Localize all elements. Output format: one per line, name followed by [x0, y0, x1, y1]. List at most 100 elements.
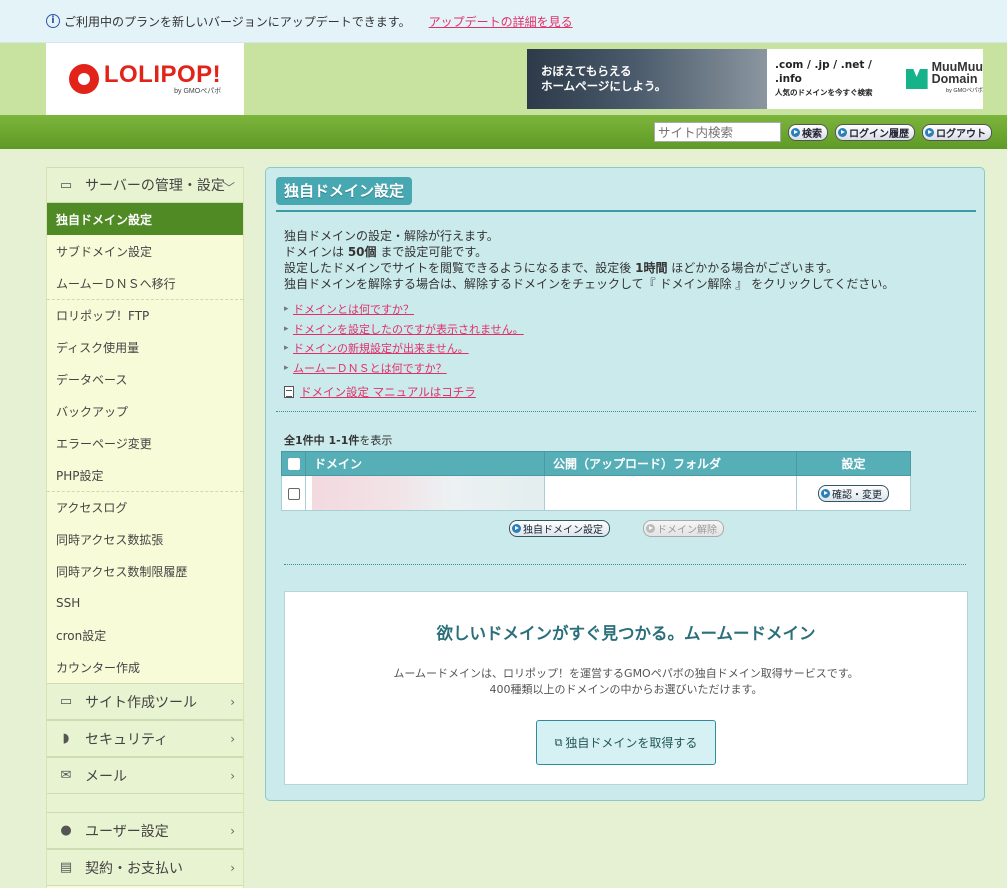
table-header-row: ドメイン 公開（アップロード）フォルダ 設定: [281, 451, 911, 476]
desc-line-2: ドメインは 50個 まで設定可能です。: [284, 244, 974, 260]
confirm-change-label: 確認・変更: [832, 489, 882, 501]
faq-item: ▸ ドメインを設定したのですが表示されません。: [284, 320, 524, 340]
muumuu-logo: MuuMuu Domain by GMOペパボ: [905, 61, 983, 97]
sidebar-item-muumuu-dns[interactable]: ムームーＤＮＳへ移行: [47, 267, 243, 299]
update-notice-bar: i ご利用中のプランを新しいバージョンにアップデートできます。 アップデートの詳…: [0, 0, 1007, 43]
sidebar-section-site-tools[interactable]: ▭ サイト作成ツール ›: [47, 683, 243, 720]
sidebar-section-server[interactable]: ▭ サーバーの管理・設定 ﹀: [47, 167, 243, 203]
info-icon: i: [46, 14, 60, 28]
sidebar-section-label: サイト作成ツール: [85, 694, 197, 711]
row-checkbox[interactable]: [287, 487, 300, 500]
lolipop-logo[interactable]: LOLIPOP! by GMOペパボ: [46, 43, 244, 115]
select-all-checkbox[interactable]: [287, 458, 300, 470]
faq-link-what-is-domain[interactable]: ドメインとは何ですか？: [293, 300, 414, 320]
faq-item: ▸ ドメインの新規設定が出来ません。: [284, 339, 524, 359]
faq-link-not-displayed[interactable]: ドメインを設定したのですが表示されません。: [293, 320, 524, 340]
login-history-button[interactable]: ログイン履歴: [835, 123, 915, 141]
logo-text: LOLIPOP!: [103, 60, 222, 88]
top-navbar: 検索 ログイン履歴 ログアウト: [0, 115, 1007, 149]
sidebar-item-ssh[interactable]: SSH: [47, 587, 243, 619]
desc-text: ドメインは: [284, 245, 348, 259]
arrow-right-icon: [925, 127, 934, 137]
shield-icon: ◗: [62, 731, 70, 746]
muumuu-logo-line2: Domain: [931, 72, 978, 86]
sidebar-section-user[interactable]: ● ユーザー設定 ›: [47, 812, 243, 849]
remove-domain-button[interactable]: ドメイン解除: [643, 520, 724, 537]
manual-link[interactable]: ドメイン設定 マニュアルはコチラ: [300, 384, 476, 400]
sidebar-section-mail[interactable]: ✉ メール ›: [47, 757, 243, 794]
sidebar-item-cron[interactable]: cron設定: [47, 619, 243, 651]
sidebar-item-access-history[interactable]: 同時アクセス数制限履歴: [47, 555, 243, 587]
chevron-down-icon: ﹀: [222, 181, 235, 195]
sidebar-section-billing[interactable]: ▤ 契約・お支払い ›: [47, 849, 243, 886]
laptop-icon: ▭: [59, 694, 73, 709]
muumuu-promo-box: 欲しいドメインがすぐ見つかる。ムームードメイン ムームードメインは、ロリポップ！…: [284, 591, 968, 785]
redacted-domain: [312, 476, 544, 510]
promo-title: 欲しいドメインがすぐ見つかる。ムームードメイン: [436, 624, 816, 643]
chevron-right-icon: ›: [230, 695, 235, 709]
sidebar-item-database[interactable]: データベース: [47, 363, 243, 395]
mail-icon: ✉: [60, 768, 72, 783]
desc-text: 設定したドメインでサイトを閲覧できるようになるまで、設定後: [284, 261, 636, 275]
sidebar-item-domain[interactable]: 独自ドメイン設定: [47, 203, 243, 235]
sidebar-item-subdomain[interactable]: サブドメイン設定: [47, 235, 243, 267]
banner-text-1: おぼえてもらえる: [541, 64, 632, 78]
faq-link-muumuu-dns[interactable]: ムームーＤＮＳとは何ですか？: [293, 359, 447, 379]
setting-cell: 確認・変更: [796, 475, 911, 511]
faq-list: ▸ ドメインとは何ですか？ ▸ ドメインを設定したのですが表示されません。 ▸ ドメイ…: [284, 300, 524, 378]
credit-card-icon: ▤: [59, 860, 73, 875]
sidebar-item-access-expand[interactable]: 同時アクセス数拡張: [47, 523, 243, 555]
desc-text: まで設定可能です。: [376, 245, 488, 259]
sidebar-section-label: サーバーの管理・設定: [85, 178, 225, 194]
muumuu-banner[interactable]: おぼえてもらえる ホームページにしよう。 .com / .jp / .net /…: [527, 49, 983, 109]
manual-row: ドメイン設定 マニュアルはコチラ: [284, 384, 476, 400]
server-icon: ▭: [59, 177, 73, 193]
arrow-right-icon: [838, 127, 847, 137]
faq-link-cannot-setup[interactable]: ドメインの新規設定が出来ません。: [293, 339, 469, 359]
col-folder: 公開（アップロード）フォルダ: [544, 451, 797, 476]
sidebar-item-counter[interactable]: カウンター作成: [47, 651, 243, 683]
banner-tlds: .com / .jp / .net / .info 人気のドメインを今すぐ検索: [775, 58, 896, 100]
bullet-icon: ▸: [284, 362, 289, 373]
add-domain-button[interactable]: 独自ドメイン設定: [509, 520, 610, 537]
sidebar-item-access-log[interactable]: アクセスログ: [47, 491, 243, 523]
login-history-label: ログイン履歴: [849, 128, 909, 140]
bullet-icon: ▸: [284, 304, 289, 314]
sidebar-item-backup[interactable]: バックアップ: [47, 395, 243, 427]
desc-line-1: 独自ドメインの設定・解除が行えます。: [284, 229, 499, 243]
page-title-bar: 独自ドメイン設定: [276, 177, 976, 212]
sidebar-section-security[interactable]: ◗ セキュリティ ›: [47, 720, 243, 757]
arrow-right-icon: [791, 127, 800, 137]
arrow-right-icon: [512, 524, 521, 533]
muumuu-logo-icon: [905, 69, 928, 89]
col-setting: 設定: [796, 451, 911, 476]
logout-button[interactable]: ログアウト: [922, 123, 992, 141]
domain-settings-panel: 独自ドメイン設定 独自ドメインの設定・解除が行えます。 ドメインは 50個 まで…: [265, 167, 985, 801]
sidebar-item-php[interactable]: PHP設定: [47, 459, 243, 491]
logout-label: ログアウト: [936, 128, 986, 140]
desc-line-3: 設定したドメインでサイトを閲覧できるようになるまで、設定後 1時間 ほどかかる場…: [284, 260, 974, 276]
sidebar-item-error-page[interactable]: エラーページ変更: [47, 427, 243, 459]
sidebar-item-ftp[interactable]: ロリポップ！FTP: [47, 299, 243, 331]
domain-cell: [305, 475, 545, 511]
desc-text: ほどかかる場合がございます。: [667, 261, 839, 275]
confirm-change-button[interactable]: 確認・変更: [818, 484, 889, 502]
search-button-label: 検索: [802, 128, 822, 140]
site-search-input[interactable]: [654, 122, 781, 142]
search-button[interactable]: 検索: [788, 123, 828, 141]
get-domain-button[interactable]: ⧉ 独自ドメインを取得する: [536, 720, 716, 765]
divider: [276, 411, 976, 412]
update-details-link[interactable]: アップデートの詳細を見る: [429, 13, 573, 30]
sidebar-section-label: 契約・お支払い: [85, 860, 183, 877]
arrow-right-icon: [821, 488, 830, 498]
sidebar-item-disk[interactable]: ディスク使用量: [47, 331, 243, 363]
desc-bold: 50個: [347, 245, 377, 259]
muumuu-logo-sub: by GMOペパボ: [946, 88, 983, 94]
document-icon: [284, 386, 294, 398]
folder-cell: [544, 475, 797, 511]
desc-line-4: 独自ドメインを解除する場合は、解除するドメインをチェックして『 ドメイン解除 』…: [284, 277, 895, 291]
sidebar-section-label: セキュリティ: [85, 731, 169, 748]
description: 独自ドメインの設定・解除が行えます。 ドメインは 50個 まで設定可能です。 設…: [284, 228, 974, 292]
promo-text: ムームードメインは、ロリポップ！を運営するGMOペパボの独自ドメイン取得サービス…: [285, 666, 967, 698]
site-header: LOLIPOP! by GMOペパボ おぼえてもらえる ホームページにしよう。 …: [0, 43, 1007, 115]
